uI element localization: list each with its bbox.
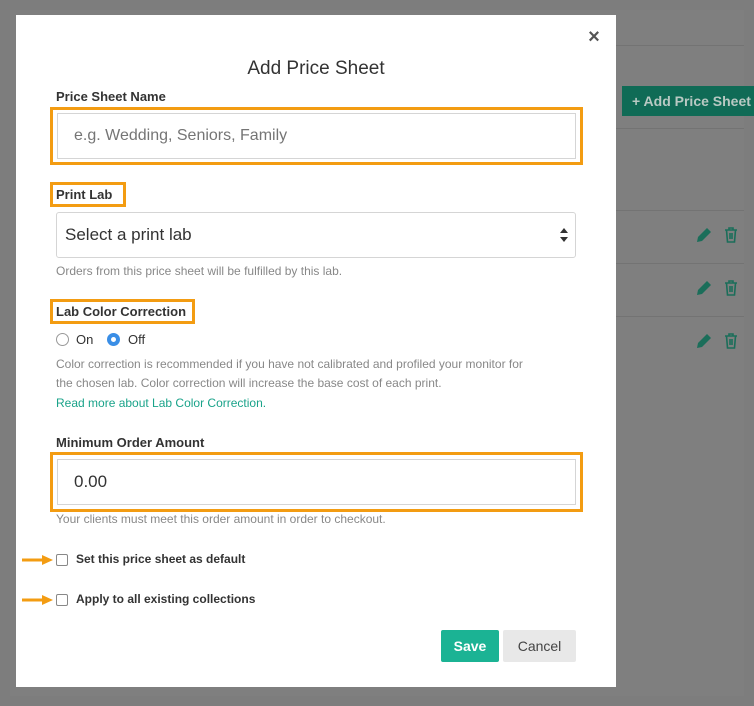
pencil-icon[interactable]	[695, 332, 713, 350]
apply-collections-label: Apply to all existing collections	[76, 592, 256, 606]
color-correction-read-more-link[interactable]: Read more about Lab Color Correction.	[56, 396, 266, 410]
minimum-order-label: Minimum Order Amount	[56, 435, 205, 450]
pencil-icon[interactable]	[695, 226, 713, 244]
color-correction-help-2: the chosen lab. Color correction will in…	[56, 376, 442, 390]
cancel-button[interactable]: Cancel	[503, 630, 576, 662]
add-price-sheet-button[interactable]: + Add Price Sheet	[622, 86, 754, 116]
pencil-icon[interactable]	[695, 279, 713, 297]
price-sheet-name-label: Price Sheet Name	[56, 89, 166, 104]
color-correction-help-1: Color correction is recommended if you h…	[56, 357, 523, 371]
background-divider	[615, 210, 744, 211]
color-correction-on-radio[interactable]	[56, 333, 69, 346]
set-default-label: Set this price sheet as default	[76, 552, 246, 566]
apply-collections-checkbox[interactable]	[56, 594, 68, 606]
add-price-sheet-modal: × Add Price Sheet Price Sheet Name Print…	[16, 15, 616, 687]
minimum-order-help: Your clients must meet this order amount…	[56, 512, 386, 526]
trash-icon[interactable]	[722, 279, 740, 297]
print-lab-label: Print Lab	[56, 187, 113, 202]
background-divider	[615, 263, 744, 264]
modal-title: Add Price Sheet	[247, 58, 385, 79]
color-correction-off-label: Off	[128, 332, 146, 347]
print-lab-select[interactable]: Select a print lab	[56, 212, 576, 258]
print-lab-help: Orders from this price sheet will be ful…	[56, 264, 343, 278]
set-default-checkbox[interactable]	[56, 554, 68, 566]
annotation-arrow-icon	[22, 555, 53, 565]
close-icon[interactable]: ×	[583, 26, 605, 48]
background-divider	[615, 45, 744, 46]
color-correction-on-label: On	[76, 332, 94, 347]
color-correction-off-radio[interactable]	[107, 333, 120, 346]
annotation-arrow-icon	[22, 595, 53, 605]
background-divider	[615, 128, 744, 129]
save-button[interactable]: Save	[441, 630, 499, 662]
price-sheet-name-input[interactable]	[57, 113, 576, 159]
trash-icon[interactable]	[722, 332, 740, 350]
minimum-order-input[interactable]: 0.00	[57, 459, 576, 505]
select-arrows-icon	[560, 228, 568, 242]
background-divider	[615, 316, 744, 317]
color-correction-label: Lab Color Correction	[56, 304, 187, 319]
trash-icon[interactable]	[722, 226, 740, 244]
print-lab-selected-value: Select a print lab	[65, 225, 192, 244]
